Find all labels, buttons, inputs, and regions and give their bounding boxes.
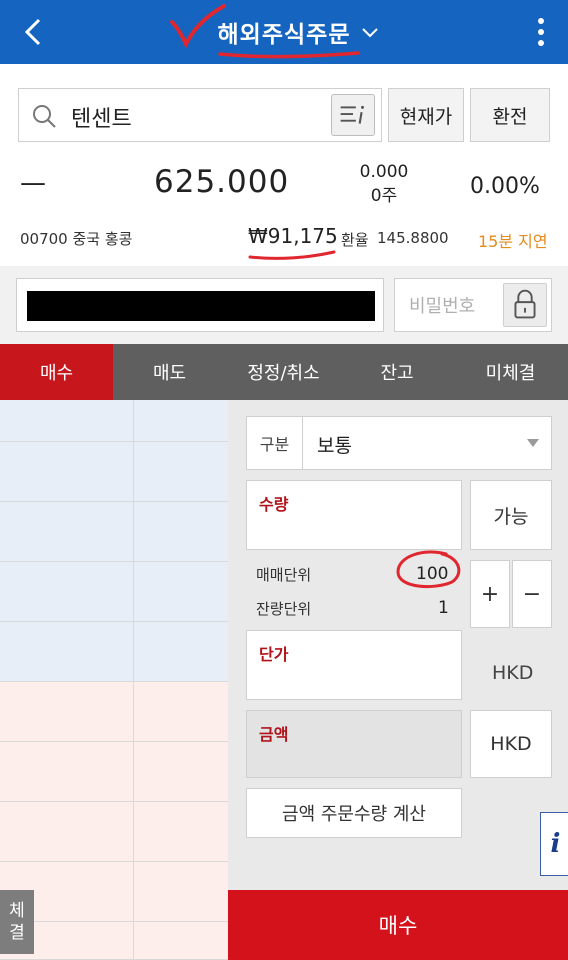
change-sign: —	[20, 168, 46, 198]
bid-row[interactable]	[0, 922, 228, 960]
tab-modify-cancel[interactable]: 정정/취소	[226, 344, 341, 400]
password-placeholder: 비밀번호	[409, 296, 476, 317]
bid-row[interactable]	[0, 802, 228, 862]
stock-info-row: 00700 중국 홍콩 ₩91,175 환율 145.8800 15분 지연	[0, 224, 568, 254]
quantity-label: 수량	[259, 495, 289, 514]
decrease-quantity-button[interactable]: −	[512, 560, 552, 628]
bid-row[interactable]	[0, 862, 228, 922]
volume: 0주	[370, 186, 398, 206]
current-price-button[interactable]: 현재가	[388, 88, 464, 142]
ask-row[interactable]	[0, 502, 228, 562]
page-title[interactable]: 해외주식주문	[218, 15, 351, 49]
lock-button[interactable]	[503, 283, 547, 327]
odd-unit-label: 잔량단위	[256, 600, 312, 618]
change-amount: 0.000	[359, 162, 409, 182]
search-icon	[33, 105, 56, 128]
bid-row[interactable]	[0, 742, 228, 802]
more-vertical-icon[interactable]	[536, 16, 546, 48]
delay-notice: 15분 지연	[478, 232, 548, 251]
order-book	[0, 400, 228, 960]
unit-price-label: 단가	[259, 645, 289, 664]
tab-balance[interactable]: 잔고	[341, 344, 453, 400]
ask-row[interactable]	[0, 442, 228, 502]
calc-quantity-button[interactable]: 금액 주문수량 계산	[246, 788, 462, 838]
amount-input[interactable]: 금액	[246, 710, 462, 778]
change-percent: 0.00%	[470, 174, 540, 199]
order-tabs: 매수 매도 정정/취소 잔고 미체결	[0, 344, 568, 400]
info-icon[interactable]: i	[540, 812, 568, 876]
stock-code-market: 00700 중국 홍콩	[20, 230, 133, 248]
quantity-input[interactable]: 수량	[246, 480, 462, 550]
ask-row[interactable]	[0, 400, 228, 442]
exchange-rate-label: 환율	[341, 231, 369, 249]
trade-unit-label: 매매단위	[256, 566, 312, 584]
order-type-label: 구분	[247, 417, 303, 469]
tab-buy[interactable]: 매수	[0, 344, 113, 400]
order-form: 구분 보통 수량 가능 매매단위 100 잔량단위 1 + − 단가 HKD 금…	[228, 400, 568, 890]
buy-submit-button[interactable]: 매수	[228, 890, 568, 960]
available-quantity-button[interactable]: 가능	[470, 480, 552, 550]
amount-currency-button[interactable]: HKD	[470, 710, 552, 778]
chevron-down-icon[interactable]	[360, 22, 380, 42]
increase-quantity-button[interactable]: +	[470, 560, 510, 628]
order-type-value: 보통	[317, 435, 352, 457]
account-row: 비밀번호	[0, 266, 568, 344]
account-select[interactable]	[16, 278, 384, 332]
unit-price-input[interactable]: 단가	[246, 630, 462, 700]
current-price: 625.000	[154, 164, 290, 200]
odd-unit-value: 1	[438, 598, 449, 618]
ask-row[interactable]	[0, 562, 228, 622]
exchange-rate-value: 145.8800	[377, 229, 449, 247]
tab-sell[interactable]: 매도	[113, 344, 226, 400]
ask-row[interactable]	[0, 622, 228, 682]
redacted-account-number	[27, 291, 375, 321]
trade-unit-value: 100	[416, 564, 449, 584]
order-type-select[interactable]: 구분 보통	[246, 416, 552, 470]
krw-price: ₩91,175	[248, 224, 338, 248]
stock-info-button[interactable]	[331, 94, 375, 136]
stock-search-input[interactable]: 텐센트	[18, 88, 382, 142]
lock-icon	[514, 289, 536, 319]
password-field[interactable]: 비밀번호	[394, 278, 552, 332]
tab-unfilled[interactable]: 미체결	[453, 344, 568, 400]
amount-label: 금액	[259, 725, 289, 744]
list-info-icon	[340, 105, 365, 124]
search-value: 텐센트	[71, 107, 132, 132]
dropdown-arrow-icon	[527, 439, 539, 447]
app-header: 해외주식주문	[0, 0, 568, 64]
fills-toggle-button[interactable]: 체 결	[0, 890, 34, 954]
bid-row[interactable]	[0, 682, 228, 742]
exchange-button[interactable]: 환전	[470, 88, 550, 142]
unit-price-currency: HKD	[492, 662, 534, 684]
